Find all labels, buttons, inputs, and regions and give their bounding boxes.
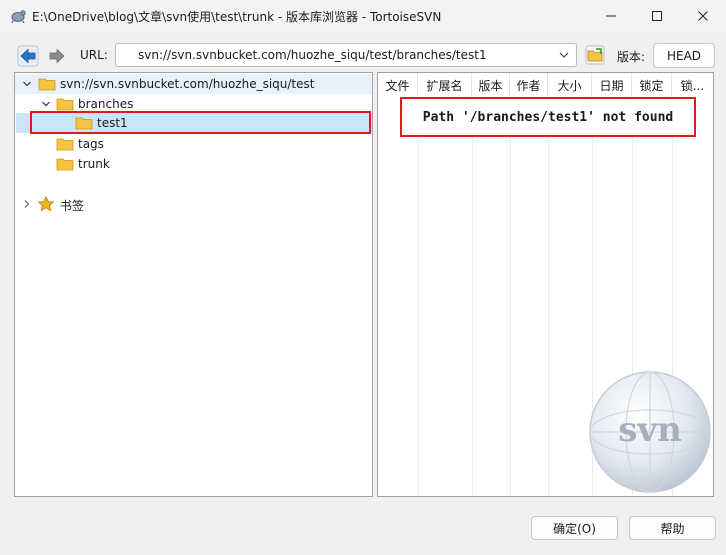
ok-button[interactable]: 确定(O) [531, 516, 618, 540]
url-combobox[interactable]: svn://svn.svnbucket.com/huozhe_siqu/test… [115, 43, 577, 67]
close-icon [698, 11, 708, 21]
minimize-button[interactable] [588, 0, 634, 32]
column-header-size[interactable]: 大小 [548, 73, 592, 97]
column-header-revision[interactable]: 版本 [472, 73, 510, 97]
help-button[interactable]: 帮助 [629, 516, 716, 540]
tree-item-label: 书签 [60, 199, 85, 213]
column-header-extension[interactable]: 扩展名 [418, 73, 472, 97]
column-header-date[interactable]: 日期 [592, 73, 632, 97]
folder-icon [56, 138, 74, 151]
folder-icon [56, 158, 74, 171]
forward-button[interactable] [46, 45, 68, 67]
star-icon [37, 196, 55, 212]
forward-arrow-icon [49, 48, 65, 64]
error-message-box: Path '/branches/test1' not found [400, 97, 696, 137]
column-divider [510, 97, 511, 496]
folder-browse-icon[interactable] [585, 45, 605, 65]
title-bar: E:\OneDrive\blog\文章\svn使用\test\trunk - 版… [0, 0, 726, 32]
back-arrow-icon [17, 45, 39, 67]
chevron-down-icon[interactable] [41, 99, 51, 109]
tree-item-label: branches [78, 97, 134, 111]
tree-item-label: svn://svn.svnbucket.com/huozhe_siqu/test [60, 77, 315, 91]
revision-label: 版本: [617, 50, 646, 64]
chevron-down-icon[interactable] [22, 79, 32, 89]
column-header-author[interactable]: 作者 [510, 73, 548, 97]
back-button[interactable] [17, 45, 39, 67]
column-divider [548, 97, 549, 496]
svn-logo-text: svn [618, 410, 682, 450]
maximize-button[interactable] [634, 0, 680, 32]
minimize-icon [606, 15, 616, 17]
chevron-right-icon[interactable] [22, 199, 32, 209]
column-header-file[interactable]: 文件 [378, 73, 418, 97]
tree-item-label: trunk [78, 157, 110, 171]
chevron-down-icon[interactable] [558, 49, 570, 61]
url-value[interactable]: svn://svn.svnbucket.com/huozhe_siqu/test… [138, 48, 487, 62]
column-divider [418, 97, 419, 496]
revision-button[interactable]: HEAD [653, 43, 715, 68]
folder-icon [56, 98, 74, 111]
file-list[interactable]: 文件 扩展名 版本 作者 大小 日期 锁定 锁... Path '/branch… [377, 72, 714, 497]
url-label: URL: [80, 48, 108, 62]
tree-item-root[interactable]: svn://svn.svnbucket.com/huozhe_siqu/test [15, 74, 372, 94]
column-header-lock[interactable]: 锁定 [632, 73, 672, 97]
repo-browser-window: E:\OneDrive\blog\文章\svn使用\test\trunk - 版… [0, 0, 726, 555]
tree-item-label: tags [78, 137, 104, 151]
tortoise-svn-icon [11, 10, 26, 24]
column-header-lock-info[interactable]: 锁... [672, 73, 713, 97]
repository-tree[interactable]: svn://svn.svnbucket.com/huozhe_siqu/test… [14, 72, 373, 497]
maximize-icon [652, 11, 662, 21]
error-message: Path '/branches/test1' not found [422, 109, 674, 125]
tree-item-tags[interactable]: tags [15, 134, 372, 154]
close-button[interactable] [680, 0, 726, 32]
window-title: E:\OneDrive\blog\文章\svn使用\test\trunk - 版… [32, 10, 442, 24]
svn-globe-logo: svn [589, 371, 711, 493]
tree-item-trunk[interactable]: trunk [15, 154, 372, 174]
folder-icon [38, 78, 56, 91]
highlight-outline [30, 111, 371, 134]
column-divider [472, 97, 473, 496]
tree-item-bookmarks[interactable]: 书签 [15, 194, 372, 214]
